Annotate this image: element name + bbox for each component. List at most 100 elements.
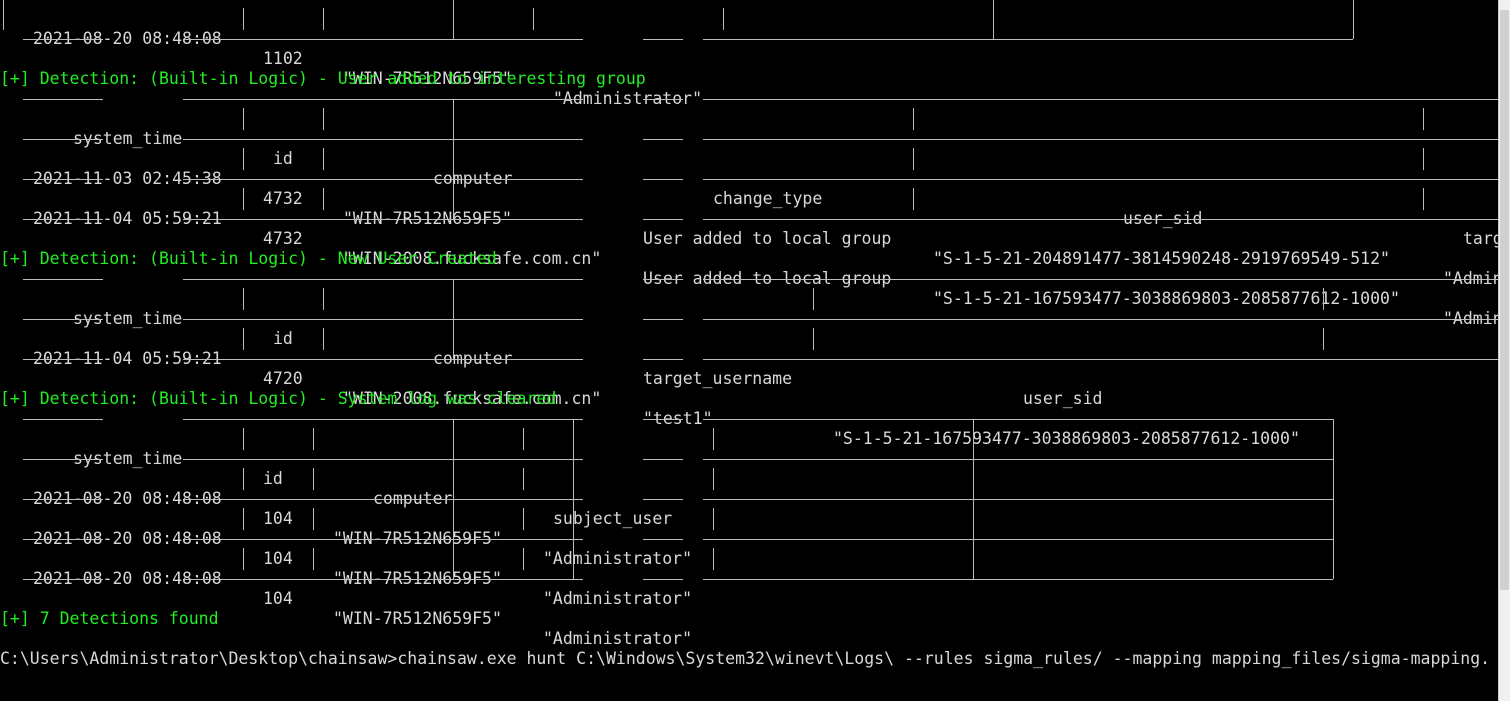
column-separator (973, 419, 974, 579)
cell-computer: "WIN-7R512N659F5" (333, 609, 502, 628)
table-rule (703, 39, 1353, 40)
table-rule (643, 219, 683, 220)
cell-change-type: User added to local group (643, 229, 892, 248)
table-rule (643, 459, 683, 460)
table-rule (183, 499, 583, 500)
detections-summary: [+] 7 Detections found (0, 609, 219, 628)
column-separator (713, 428, 714, 450)
cell-id: 104 (263, 549, 293, 568)
column-separator (813, 288, 814, 310)
header-id: id (273, 329, 293, 348)
detection-heading: [+] Detection: (Built-in Logic) - New Us… (0, 249, 497, 268)
column-separator (573, 419, 574, 579)
table-rule (183, 319, 583, 320)
column-separator (323, 8, 324, 30)
column-separator (713, 548, 714, 570)
column-separator (243, 288, 244, 310)
table-rule (183, 359, 583, 360)
column-separator (323, 108, 324, 130)
table-rule (183, 219, 583, 220)
column-separator (1323, 328, 1324, 350)
table-rule (23, 459, 103, 460)
cell-id: 4732 (263, 229, 303, 248)
table-rule (643, 99, 683, 100)
table-rule (23, 99, 103, 100)
column-separator (243, 8, 244, 30)
table-rule (643, 319, 683, 320)
cell-subject-user: "Administrator" (543, 629, 693, 648)
column-separator (323, 288, 324, 310)
column-separator (723, 8, 724, 30)
column-separator (323, 188, 324, 210)
column-separator (243, 508, 244, 530)
column-separator (1423, 148, 1424, 170)
table-rule (23, 579, 103, 580)
table-rule (703, 179, 1498, 180)
column-separator (323, 328, 324, 350)
table-rule (183, 39, 583, 40)
table-rule (703, 319, 1498, 320)
column-separator (523, 508, 524, 530)
column-separator (1323, 288, 1324, 310)
table-rule (643, 539, 683, 540)
column-separator (243, 188, 244, 210)
column-separator (313, 548, 314, 570)
table-rule (703, 279, 1498, 280)
table-rule (183, 459, 583, 460)
table-rule (643, 419, 683, 420)
cell-user-sid: "S-1-5-21-204891477-3814590248-291976954… (933, 249, 1390, 268)
header-id: id (263, 469, 283, 488)
column-separator (243, 468, 244, 490)
terminal-window[interactable]: 2021-08-20 08:48:08 1102 "WIN-7R512N659F… (0, 0, 1498, 701)
column-separator (533, 8, 534, 30)
table-rule (23, 319, 103, 320)
table-rule (23, 539, 103, 540)
column-separator (913, 108, 914, 130)
header-target: targ (1463, 229, 1498, 248)
column-separator (1423, 188, 1424, 210)
column-separator (243, 428, 244, 450)
column-separator (313, 428, 314, 450)
cell-user-sid: "S-1-5-21-167593477-3038869803-208587761… (933, 289, 1400, 308)
table-rule (183, 539, 583, 540)
table-rule (183, 579, 583, 580)
column-separator (453, 99, 454, 219)
table-rule (23, 499, 103, 500)
column-separator (3, 0, 4, 30)
table-rule (23, 219, 103, 220)
table-rule (703, 359, 1498, 360)
column-separator (453, 419, 454, 579)
scrollbar-thumb[interactable] (1500, 10, 1509, 590)
column-separator (913, 188, 914, 210)
cell-subject-user: "Administrator" (543, 549, 693, 568)
table-rule (183, 419, 583, 420)
table-rule (643, 139, 683, 140)
column-separator (1333, 419, 1334, 579)
column-separator (813, 328, 814, 350)
column-separator (243, 148, 244, 170)
command-prompt-line[interactable]: C:\Users\Administrator\Desktop\chainsaw>… (0, 649, 1490, 669)
table-rule (643, 579, 683, 580)
cell-id: 1102 (263, 49, 303, 68)
table-rule (703, 139, 1498, 140)
detection-heading: [+] Detection: (Built-in Logic) - User a… (0, 69, 646, 88)
column-separator (913, 148, 914, 170)
table-rule (703, 219, 1498, 220)
column-separator (243, 108, 244, 130)
column-separator (523, 548, 524, 570)
column-separator (1423, 108, 1424, 130)
column-separator (523, 428, 524, 450)
column-separator (993, 0, 994, 39)
table-rule (643, 359, 683, 360)
table-rule (183, 279, 583, 280)
table-rule (23, 359, 103, 360)
table-rule (703, 459, 1333, 460)
table-rule (23, 139, 103, 140)
header-user-sid: user_sid (1023, 389, 1103, 408)
column-separator (453, 279, 454, 359)
table-rule (703, 539, 1333, 540)
table-rule (703, 419, 1333, 420)
table-rule (23, 179, 103, 180)
table-rule (23, 419, 103, 420)
table-rule (643, 279, 683, 280)
